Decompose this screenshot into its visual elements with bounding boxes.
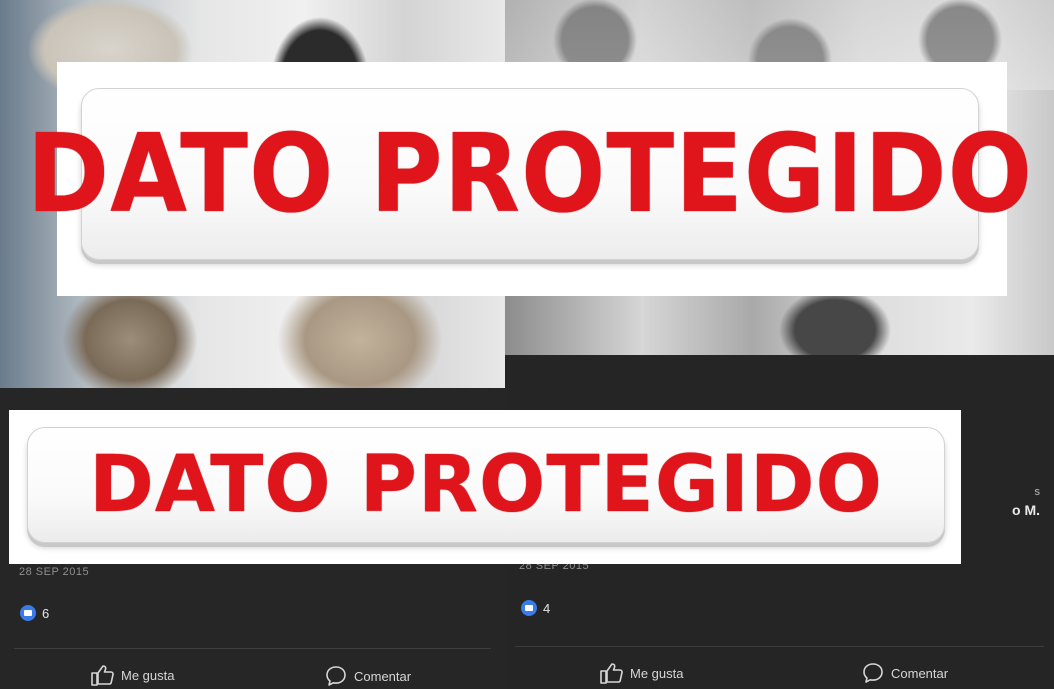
- comment-label: Comentar: [891, 665, 949, 681]
- comment-button[interactable]: Comentar: [862, 662, 948, 684]
- thumbs-up-icon: [600, 663, 623, 684]
- author-name-fragment: s: [1034, 486, 1041, 498]
- redaction-badge: DATO PROTEGIDO: [27, 88, 1032, 260]
- comment-button[interactable]: Comentar: [325, 665, 411, 687]
- like-reaction-icon: [20, 605, 36, 621]
- reaction-count: 4: [543, 600, 551, 616]
- comment-label: Comentar: [354, 668, 412, 684]
- post-date: 28 SEP 2015: [19, 566, 90, 578]
- like-label: Me gusta: [121, 667, 175, 683]
- like-button[interactable]: Me gusta: [599, 662, 683, 684]
- redaction-badge: DATO PROTEGIDO: [27, 427, 945, 543]
- divider: [14, 648, 491, 649]
- thumbs-up-icon: [91, 665, 114, 686]
- like-reaction-icon: [521, 600, 537, 616]
- redaction-stamp: DATO PROTEGIDO: [9, 410, 961, 564]
- speech-bubble-icon: [863, 663, 883, 683]
- like-label: Me gusta: [630, 665, 684, 681]
- like-button[interactable]: Me gusta: [90, 664, 174, 686]
- reaction-summary[interactable]: 4: [521, 600, 550, 616]
- author-name-fragment[interactable]: o M.: [1012, 502, 1040, 518]
- redaction-stamp: DATO PROTEGIDO: [27, 62, 1032, 296]
- reaction-summary[interactable]: 6: [20, 605, 49, 621]
- redaction-label: DATO PROTEGIDO: [26, 111, 1034, 237]
- redaction-label: DATO PROTEGIDO: [89, 440, 883, 530]
- divider: [515, 646, 1044, 647]
- speech-bubble-icon: [326, 666, 346, 686]
- reaction-count: 6: [42, 605, 50, 621]
